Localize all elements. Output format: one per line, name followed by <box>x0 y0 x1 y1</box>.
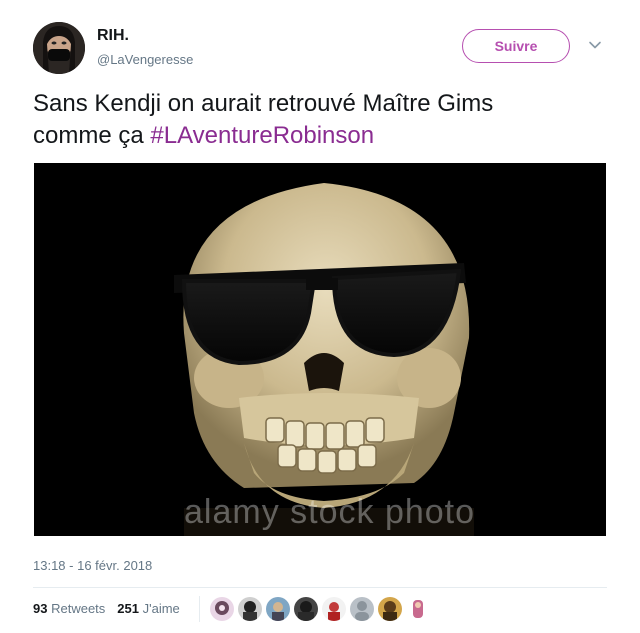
retweets-count: 93 <box>33 601 48 616</box>
liker-avatar-1[interactable] <box>210 597 234 621</box>
skull-sunglasses-image <box>34 163 606 536</box>
retweets-stat[interactable]: 93 Retweets <box>33 601 111 616</box>
hashtag-link[interactable]: #LAventureRobinson <box>150 122 374 149</box>
likes-count: 251 <box>117 601 139 616</box>
liker-avatar-2[interactable] <box>238 597 262 621</box>
tweet-text: Sans Kendji on aurait retrouvé Maître Gi… <box>33 88 608 152</box>
watermark-text: alamy stock photo <box>184 493 476 531</box>
author-handle[interactable]: @LaVengeresse <box>97 52 193 67</box>
author-avatar[interactable] <box>33 22 85 74</box>
tweet-text-line1: Sans Kendji on aurait retrouvé Maître Gi… <box>33 90 494 117</box>
likes-stat[interactable]: 251 J'aime <box>117 601 186 616</box>
liker-avatar-4[interactable] <box>294 597 318 621</box>
avatar-image <box>33 22 85 74</box>
divider <box>33 587 607 588</box>
tweet-text-line2: comme ça #LAventureRobinson <box>33 120 608 152</box>
liker-avatar-5[interactable] <box>322 597 346 621</box>
liker-avatar-3[interactable] <box>266 597 290 621</box>
follow-button[interactable]: Suivre <box>462 29 570 63</box>
tweet-stats: 93 Retweets 251 J'aime <box>33 601 186 616</box>
liker-avatar-8[interactable] <box>406 597 430 621</box>
chevron-down-icon[interactable] <box>588 38 602 52</box>
tweet-card: RIH. @LaVengeresse Suivre Sans Kendji on… <box>0 0 640 633</box>
liker-avatar-6[interactable] <box>350 597 374 621</box>
tweet-timestamp[interactable]: 13:18 - 16 févr. 2018 <box>33 558 152 573</box>
likes-label: J'aime <box>142 601 180 616</box>
retweets-label: Retweets <box>51 601 106 616</box>
tweet-text-prefix: comme ça <box>33 122 151 149</box>
author-name[interactable]: RIH. <box>97 27 129 45</box>
liker-avatar-7[interactable] <box>378 597 402 621</box>
tweet-media-image[interactable]: alamy stock photo <box>34 163 606 536</box>
likers-avatars <box>210 597 430 621</box>
stats-separator <box>199 596 200 622</box>
